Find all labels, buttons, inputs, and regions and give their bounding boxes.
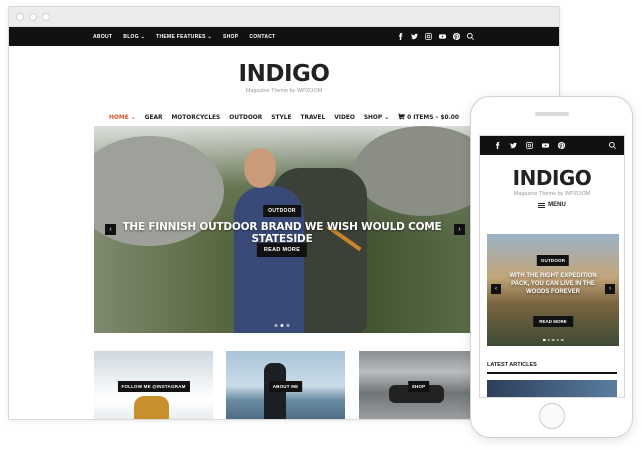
nav-home[interactable]: HOME ⌄ [109, 113, 136, 121]
topnav-shop[interactable]: SHOP [223, 34, 238, 40]
stage: ABOUT BLOG ⌄ THEME FEATURES ⌄ SHOP CONTA… [0, 0, 642, 450]
cart-label: 0 ITEMS – $0.00 [407, 113, 459, 121]
chevron-right-icon[interactable]: › [454, 224, 465, 235]
phone-speaker [535, 112, 569, 116]
nav-video[interactable]: VIDEO [334, 113, 355, 121]
slider-dot[interactable] [560, 338, 564, 341]
topnav-theme-features[interactable]: THEME FEATURES ⌄ [156, 34, 212, 40]
phone-site-logo[interactable]: INDIGO [480, 166, 624, 190]
facebook-icon[interactable] [397, 33, 404, 40]
instagram-icon[interactable] [526, 142, 533, 149]
phone-article-thumbnail[interactable] [487, 380, 617, 397]
slider-dot-active[interactable] [280, 324, 284, 327]
twitter-icon[interactable] [411, 33, 418, 40]
phone-mockup: INDIGO Magazine Theme by WPZOOM MENU OUT… [470, 96, 633, 438]
phone-site-tagline: Magazine Theme by WPZOOM [513, 191, 591, 197]
nav-motorcycles[interactable]: MOTORCYCLES [171, 113, 220, 121]
topnav-contact[interactable]: CONTACT [249, 34, 275, 40]
tile-shop[interactable]: SHOP [359, 351, 478, 419]
phone-screen: INDIGO Magazine Theme by WPZOOM MENU OUT… [479, 135, 625, 398]
phone-divider [487, 372, 617, 374]
window-dot [29, 12, 37, 21]
phone-slider-dots [542, 338, 564, 341]
phone-menu-label: MENU [548, 202, 566, 208]
pinterest-icon[interactable] [558, 142, 565, 149]
phone-hero-read-more-button[interactable]: READ MORE [533, 316, 573, 327]
youtube-icon[interactable] [542, 142, 549, 149]
hamburger-icon [538, 202, 546, 208]
browser-chrome [9, 7, 559, 27]
phone-menu-toggle[interactable]: MENU [480, 202, 624, 208]
nav-style[interactable]: STYLE [271, 113, 291, 121]
topnav-about[interactable]: ABOUT [93, 34, 112, 40]
phone-top-bar [480, 136, 624, 155]
phone-hero-category-badge[interactable]: OUTDOOR [536, 255, 570, 266]
hero-category-badge[interactable]: OUTDOOR [263, 205, 301, 217]
phone-home-button [539, 403, 565, 429]
slider-dots [274, 324, 290, 327]
twitter-icon[interactable] [510, 142, 517, 149]
nav-cart[interactable]: 0 ITEMS – $0.00 [398, 113, 459, 121]
tile-figure [134, 396, 169, 419]
topnav-blog[interactable]: BLOG ⌄ [123, 34, 145, 40]
tile-instagram[interactable]: FOLLOW ME @INSTAGRAM [94, 351, 213, 419]
site-tagline: Magazine Theme by WPZOOM [245, 88, 323, 94]
social-links [397, 33, 474, 40]
nav-travel[interactable]: TRAVEL [300, 113, 325, 121]
search-icon[interactable] [467, 33, 474, 40]
nav-gear[interactable]: GEAR [145, 113, 163, 121]
youtube-icon[interactable] [439, 33, 446, 40]
phone-latest-articles-heading: LATEST ARTICLES [487, 362, 537, 368]
tile-badge: ABOUT ME [268, 381, 303, 392]
chevron-right-icon[interactable]: › [605, 284, 615, 294]
nav-outdoor[interactable]: OUTDOOR [229, 113, 262, 121]
slider-dot[interactable] [547, 338, 550, 341]
chevron-left-icon[interactable]: ‹ [491, 284, 501, 294]
tile-badge: SHOP [407, 381, 430, 392]
nav-shop[interactable]: SHOP ⌄ [364, 113, 389, 121]
top-nav: ABOUT BLOG ⌄ THEME FEATURES ⌄ SHOP CONTA… [93, 34, 276, 40]
chevron-left-icon[interactable]: ‹ [105, 224, 116, 235]
hero-slider[interactable]: OUTDOOR THE FINNISH OUTDOOR BRAND WE WIS… [94, 126, 470, 333]
phone-hero-title[interactable]: WITH THE RIGHT EXPEDITION PACK, YOU CAN … [505, 273, 601, 296]
site-logo[interactable]: INDIGO [9, 61, 559, 87]
slider-dot[interactable] [286, 324, 290, 327]
tile-about-me[interactable]: ABOUT ME [226, 351, 345, 419]
pinterest-icon[interactable] [453, 33, 460, 40]
hero-read-more-button[interactable]: READ MORE [256, 243, 308, 257]
hero-person-head [244, 148, 276, 188]
search-icon[interactable] [609, 142, 616, 149]
slider-dot[interactable] [274, 324, 278, 327]
window-dot [16, 12, 24, 21]
cart-icon [398, 113, 406, 121]
slider-dot-active[interactable] [542, 338, 546, 341]
instagram-icon[interactable] [425, 33, 432, 40]
slider-dot[interactable] [556, 338, 559, 341]
phone-social-links [494, 142, 565, 149]
tile-badge: FOLLOW ME @INSTAGRAM [117, 381, 190, 392]
slider-dot[interactable] [551, 338, 555, 341]
window-dot [42, 12, 50, 21]
hero-title[interactable]: THE FINNISH OUTDOOR BRAND WE WISH WOULD … [94, 221, 470, 245]
top-bar: ABOUT BLOG ⌄ THEME FEATURES ⌄ SHOP CONTA… [9, 27, 559, 46]
phone-hero-slider[interactable]: OUTDOOR WITH THE RIGHT EXPEDITION PACK, … [487, 234, 619, 346]
facebook-icon[interactable] [494, 142, 501, 149]
